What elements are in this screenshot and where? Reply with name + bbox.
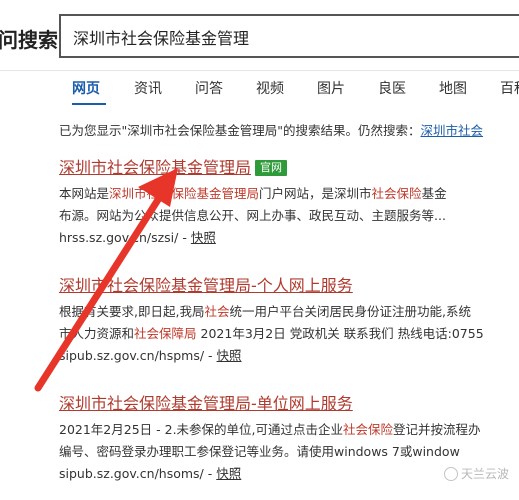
cache-link[interactable]: 快照 [216,466,241,481]
search-result: 深圳市社会保险基金管理局 官网 本网站是深圳市社会保险基金管理局门户网站，是深圳市… [59,158,519,249]
result-snippet: 根据有关要求,即日起,我局社会统一用户平台关闭居民身份证注册功能,系统 市人力资… [59,301,519,345]
header-divider [0,70,519,71]
url-separator: - [203,466,217,481]
result-snippet: 2021年2月25日 - 2.未参保的单位,可通过点击企业社会保险登记并按流程办… [59,419,519,463]
query-correction-notice: 已为您显示"深圳市社会保险基金管理局"的搜索结果。仍然搜索：深圳市社会 [59,120,483,139]
result-url: hrss.sz.gov.cn/szsi/ [59,230,179,245]
result-title-link[interactable]: 深圳市社会保险基金管理局-个人网上服务 [59,276,353,296]
cache-link[interactable]: 快照 [217,348,242,363]
url-separator: - [204,348,217,363]
header: 问搜索 [0,0,519,72]
snippet-line: 本网站是深圳市社会保险基金管理局门户网站，是深圳市社会保险基金 [59,186,447,201]
snippet-line: 布源。网站为公众提供信息公开、网上办事、政民互动、主题服务等... [59,208,446,223]
official-site-badge[interactable]: 官网 [255,160,288,176]
tab-video[interactable]: 视频 [256,78,284,98]
search-tabs: 网页 资讯 问答 视频 图片 良医 地图 百科 [0,78,519,102]
tab-baike[interactable]: 百科 [500,78,519,98]
watermark-text: 天兰云波 [460,467,509,481]
notice-text: 已为您显示"深圳市社会保险基金管理局"的搜索结果。仍然搜索： [59,123,421,138]
snippet-line: 2021年2月25日 - 2.未参保的单位,可通过点击企业社会保险登记并按流程办 [59,422,481,437]
watermark: 天兰云波 [443,465,509,482]
tab-web[interactable]: 网页 [72,78,100,98]
result-title-link[interactable]: 深圳市社会保险基金管理局-单位网上服务 [59,394,353,414]
url-separator: - [178,230,191,245]
result-url-line: hrss.sz.gov.cn/szsi/ - 快照 [59,227,519,249]
tab-doctor[interactable]: 良医 [378,78,406,98]
tab-news[interactable]: 资讯 [134,78,162,98]
active-tab-indicator [72,103,106,105]
result-title-link[interactable]: 深圳市社会保险基金管理局 [59,158,251,178]
watermark-logo-icon [443,467,458,481]
site-logo[interactable]: 问搜索 [0,24,58,53]
search-result: 深圳市社会保险基金管理局-个人网上服务 根据有关要求,即日起,我局社会统一用户平… [59,276,519,367]
search-input[interactable] [73,25,513,49]
tab-images[interactable]: 图片 [317,78,345,98]
result-snippet: 本网站是深圳市社会保险基金管理局门户网站，是深圳市社会保险基金 布源。网站为公众… [59,183,519,227]
tab-qa[interactable]: 问答 [195,78,223,98]
result-url: sipub.sz.gov.cn/hspms/ [59,348,205,363]
result-url-line: sipub.sz.gov.cn/hspms/ - 快照 [59,345,519,367]
result-url: sipub.sz.gov.cn/hsoms/ [59,466,204,481]
snippet-line: 根据有关要求,即日起,我局社会统一用户平台关闭居民身份证注册功能,系统 [59,304,471,319]
snippet-line: 市人力资源和社会保障局 2021年3月2日 党政机关 联系我们 热线电话:075… [59,326,484,341]
tab-map[interactable]: 地图 [439,78,467,98]
original-query-link[interactable]: 深圳市社会 [421,123,484,138]
cache-link[interactable]: 快照 [191,230,216,245]
snippet-line: 编号、密码登录办理职工参保登记等业务。请使用windows 7或window [59,444,460,459]
search-box[interactable] [59,14,519,58]
